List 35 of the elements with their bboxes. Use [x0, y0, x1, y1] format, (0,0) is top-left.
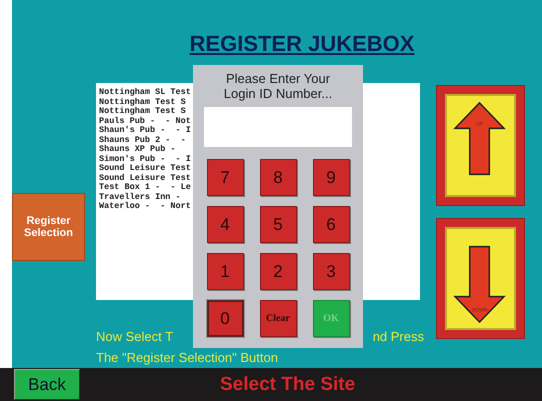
digit-key[interactable]: 8	[260, 159, 296, 196]
site-list-item[interactable]: Sound Leisure Test	[99, 174, 191, 183]
arrow-icon	[453, 102, 506, 176]
site-list-item[interactable]: Travellers Inn -	[99, 192, 181, 202]
site-list-item[interactable]: Sound Leisure Test	[99, 164, 191, 174]
clear-button[interactable]: Clear	[260, 300, 296, 337]
digit-key[interactable]: 6	[312, 206, 350, 243]
digit-key[interactable]: 7	[206, 159, 244, 196]
site-list-item[interactable]: Pauls Pub - - Not	[99, 116, 191, 126]
digit-key[interactable]: 2	[260, 253, 296, 290]
digit-key[interactable]: 0	[206, 300, 244, 337]
digit-key[interactable]: 4	[206, 206, 244, 243]
instruction-text: The "Register Selection" Button	[96, 350, 278, 365]
screen-title: REGISTER JUKEBOX	[190, 31, 414, 57]
status-text: Select The Site	[220, 374, 356, 396]
site-list-item[interactable]: Test Box 1 - - Le	[99, 183, 191, 192]
site-list-item[interactable]: Nottingham Test S	[99, 98, 186, 107]
digit-key[interactable]: 9	[312, 159, 350, 196]
site-list-item[interactable]: Shauns XP Pub -	[99, 145, 176, 154]
register-selection-button[interactable]: Register Selection	[12, 193, 85, 261]
digit-key[interactable]: 5	[260, 206, 296, 243]
instruction-text: nd Press	[372, 329, 424, 344]
site-list-item[interactable]: Simon's Pub - - I	[99, 154, 191, 164]
site-list-item[interactable]: Shaun's Pub - - I	[99, 126, 191, 136]
login-id-field[interactable]	[204, 107, 352, 147]
login-prompt: Please Enter Your Login ID Number...	[222, 71, 334, 101]
site-list-item[interactable]: Shauns Pub 2 - -	[99, 136, 186, 145]
instruction-text: Now Select T	[96, 329, 174, 344]
arrow-icon	[453, 246, 506, 324]
back-button[interactable]: Back	[14, 369, 80, 400]
site-list-item[interactable]: Nottingham SL Test	[99, 88, 191, 98]
digit-key[interactable]: 3	[312, 253, 350, 290]
digit-key[interactable]: 1	[206, 253, 244, 290]
site-list-item[interactable]: Nottingham Test S	[99, 107, 186, 116]
site-list-item[interactable]: Waterloo - - Nort	[99, 202, 191, 212]
